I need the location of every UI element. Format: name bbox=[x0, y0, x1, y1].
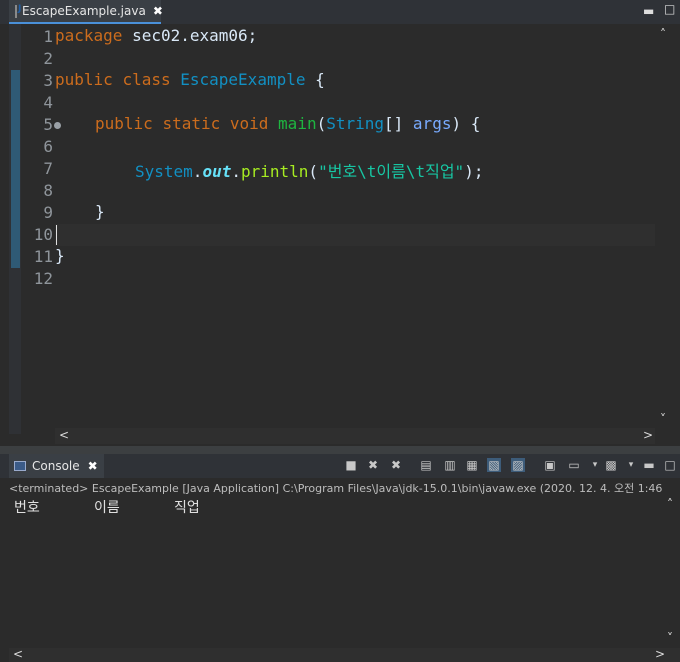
method-call: println bbox=[240, 162, 309, 181]
editor-tab-label: EscapeExample.java bbox=[22, 4, 146, 18]
scroll-right-icon[interactable]: > bbox=[655, 647, 665, 661]
console-output-text: 이름 bbox=[94, 500, 120, 516]
scroll-left-icon[interactable]: < bbox=[13, 647, 23, 661]
code-text: { bbox=[305, 70, 325, 89]
chevron-down-icon[interactable]: ▾ bbox=[588, 458, 602, 472]
minimize-icon[interactable]: ▬ bbox=[643, 4, 654, 18]
static-field: out bbox=[202, 162, 232, 181]
scroll-lock-icon[interactable]: ▥ bbox=[443, 458, 457, 472]
line-number: 8 bbox=[43, 181, 53, 200]
keyword: class bbox=[122, 70, 171, 89]
show-on-stderr-icon[interactable]: ▨ bbox=[511, 458, 525, 472]
console-tab[interactable]: Console ✖ bbox=[9, 454, 104, 478]
java-file-icon bbox=[15, 4, 21, 18]
scroll-down-icon[interactable]: ˅ bbox=[660, 412, 666, 426]
editor-vertical-scrollbar[interactable]: ˄ ˅ bbox=[655, 24, 680, 434]
code-text: ( bbox=[308, 162, 319, 181]
line-number: 6 bbox=[43, 137, 53, 156]
scroll-left-icon[interactable]: < bbox=[59, 428, 69, 442]
line-number: 1 bbox=[43, 27, 53, 46]
maximize-icon[interactable]: □ bbox=[664, 2, 675, 16]
method-name: main bbox=[278, 114, 317, 133]
show-on-stdout-icon[interactable]: ▧ bbox=[487, 458, 501, 472]
minimize-icon[interactable]: ▬ bbox=[642, 458, 656, 472]
console-icon bbox=[14, 461, 26, 471]
code-area[interactable]: package sec02.exam06; public class Escap… bbox=[55, 24, 655, 434]
line-number: 11 bbox=[33, 247, 53, 266]
keyword: package bbox=[55, 26, 123, 45]
word-wrap-icon[interactable]: ▦ bbox=[465, 458, 479, 472]
code-line-1: package sec02.exam06; bbox=[55, 26, 257, 48]
maximize-icon[interactable]: □ bbox=[663, 458, 677, 472]
code-line-11: } bbox=[55, 246, 65, 265]
line-number: 12 bbox=[33, 269, 53, 288]
class-name: System bbox=[135, 162, 193, 181]
keyword: public bbox=[55, 70, 113, 89]
console-horizontal-scrollbar[interactable]: < > bbox=[9, 647, 680, 662]
close-icon[interactable]: ✖ bbox=[88, 459, 98, 473]
open-console-icon[interactable]: ▩ bbox=[604, 458, 618, 472]
console-output-area[interactable]: 번호 이름 직업 ˄ ˅ < > bbox=[9, 497, 680, 662]
keyword: void bbox=[229, 114, 269, 133]
clear-console-icon[interactable]: ▤ bbox=[419, 458, 433, 472]
close-icon[interactable]: ✖ bbox=[153, 4, 163, 18]
code-line-3: public class EscapeExample { bbox=[55, 70, 325, 92]
pin-console-icon[interactable]: ▣ bbox=[543, 458, 557, 472]
line-number: 7 bbox=[43, 159, 53, 178]
line-number: 5 bbox=[43, 115, 53, 134]
code-text: ) { bbox=[451, 114, 481, 133]
code-text: . bbox=[192, 162, 203, 181]
console-tab-label: Console bbox=[32, 459, 80, 473]
code-line-7: System.out.println("번호\t이름\t직업"); bbox=[135, 158, 484, 181]
parameter-name: args bbox=[412, 114, 452, 133]
console-output-text: 직업 bbox=[174, 500, 200, 516]
remove-all-launches-icon[interactable]: ✖ bbox=[389, 458, 403, 472]
view-splitter[interactable] bbox=[0, 446, 680, 454]
left-edge bbox=[0, 24, 9, 662]
scroll-right-icon[interactable]: > bbox=[643, 428, 653, 442]
display-console-icon[interactable]: ▭ bbox=[567, 458, 581, 472]
remove-launch-icon[interactable]: ✖ bbox=[366, 458, 380, 472]
code-text: [] bbox=[384, 114, 413, 133]
scroll-down-icon[interactable]: ˅ bbox=[667, 631, 673, 645]
class-name: EscapeExample bbox=[180, 70, 306, 89]
scroll-up-icon[interactable]: ˄ bbox=[667, 497, 673, 511]
code-text: . bbox=[231, 162, 241, 181]
line-number: 3 bbox=[43, 71, 53, 90]
keyword: public bbox=[95, 114, 153, 133]
console-status-line: <terminated> EscapeExample [Java Applica… bbox=[9, 482, 663, 495]
line-number: 9 bbox=[43, 203, 53, 222]
line-number: 4 bbox=[43, 93, 53, 112]
scroll-up-icon[interactable]: ˄ bbox=[660, 27, 666, 41]
editor-tab-escapeexample[interactable]: EscapeExample.java ✖ bbox=[9, 0, 163, 24]
chevron-down-icon[interactable]: ▾ bbox=[624, 458, 638, 472]
code-line-5: public static void main(String[] args) { bbox=[95, 114, 480, 136]
type-name: String bbox=[326, 114, 385, 133]
text-caret bbox=[56, 225, 57, 245]
console-output-text: 번호 bbox=[14, 500, 40, 516]
console-vertical-scrollbar[interactable]: ˄ ˅ bbox=[664, 497, 680, 662]
editor-horizontal-scrollbar[interactable]: < > bbox=[55, 428, 655, 444]
line-number: 2 bbox=[43, 49, 53, 68]
keyword: static bbox=[162, 114, 221, 133]
code-editor[interactable]: 1 2 3 4 5 6 7 8 9 10 11 12 package sec02… bbox=[9, 24, 680, 444]
terminate-icon[interactable]: ■ bbox=[344, 458, 358, 472]
code-text: sec02.exam06; bbox=[122, 26, 258, 45]
line-number: 10 bbox=[33, 225, 53, 244]
code-text: ); bbox=[464, 162, 484, 181]
console-output: 번호 이름 직업 bbox=[14, 497, 200, 519]
string-literal: "번호\t이름\t직업" bbox=[318, 162, 465, 181]
code-line-9: } bbox=[95, 202, 105, 221]
code-text: ( bbox=[316, 114, 327, 133]
